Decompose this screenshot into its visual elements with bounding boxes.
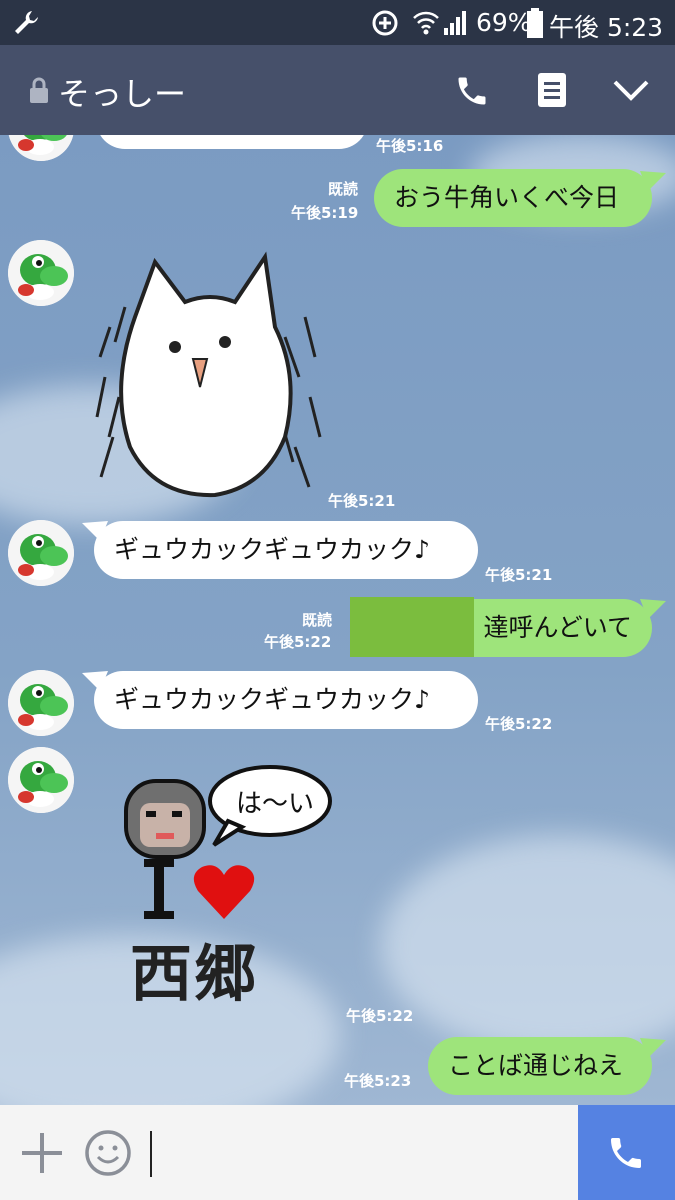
- message-time: 午後5:23: [344, 1072, 412, 1090]
- message-time: 午後5:22: [485, 715, 553, 733]
- avatar[interactable]: [8, 520, 74, 586]
- sticker-speech-text: は〜い: [236, 789, 315, 819]
- chat-area[interactable]: 午後5:16 既読 午後5:19 おう牛角いくべ今日 午後5:21 ギュウカック…: [0, 135, 675, 1105]
- chevron-down-icon[interactable]: [612, 79, 650, 103]
- yoshi-avatar-icon: [8, 135, 74, 161]
- call-button[interactable]: [578, 1105, 675, 1200]
- message-time: 午後5:19: [291, 204, 359, 222]
- avatar[interactable]: [8, 240, 74, 306]
- message-bubble-incoming[interactable]: ギュウカックギュウカック♪: [94, 671, 478, 729]
- battery-percent: 69%: [476, 8, 532, 37]
- clock: 午後 5:23: [549, 13, 664, 42]
- message-bubble-outgoing[interactable]: ことば通じねえ: [428, 1037, 652, 1095]
- bubble-tail: [640, 171, 666, 191]
- phone-icon[interactable]: [454, 73, 490, 109]
- message-time: 午後5:21: [328, 492, 396, 510]
- data-saver-icon: [372, 10, 398, 36]
- message-time: 午後5:22: [264, 633, 332, 651]
- read-receipt: 既読: [328, 180, 359, 198]
- message-bubble-outgoing[interactable]: おう牛角いくべ今日: [374, 169, 652, 227]
- message-time: 午後5:21: [485, 566, 553, 584]
- read-receipt: 既読: [302, 611, 333, 629]
- message-input[interactable]: [160, 1115, 565, 1190]
- chat-title: そっしー: [58, 75, 187, 113]
- message-bubble-incoming[interactable]: ギュウカックギュウカック♪: [94, 521, 478, 579]
- battery-icon: [527, 8, 543, 38]
- message-time: 午後5:16: [376, 137, 444, 155]
- status-bar: 69% 午後 5:23: [0, 0, 675, 45]
- phone-icon: [611, 1138, 641, 1168]
- gorilla-sticker[interactable]: は〜い 西郷: [110, 763, 340, 1010]
- redaction-block: [350, 597, 474, 657]
- avatar[interactable]: [8, 747, 74, 813]
- lock-icon: [30, 77, 48, 103]
- chat-header: そっしー: [0, 45, 675, 135]
- message-time: 午後5:22: [346, 1007, 414, 1025]
- bubble-tail: [640, 599, 666, 619]
- avatar[interactable]: [8, 135, 74, 161]
- yoshi-avatar-icon: [8, 670, 74, 736]
- sticker-caption: 西郷: [130, 937, 259, 1010]
- signal-icon: [444, 11, 466, 35]
- text-cursor: [150, 1131, 152, 1177]
- wifi-icon: [413, 11, 439, 35]
- notes-icon[interactable]: [538, 73, 566, 107]
- message-input-bar: [0, 1105, 675, 1200]
- bubble-tail: [640, 1038, 666, 1058]
- message-bubble-incoming[interactable]: [96, 135, 368, 149]
- wrench-icon: [15, 11, 38, 34]
- emoji-icon[interactable]: [84, 1129, 132, 1177]
- yoshi-avatar-icon: [8, 747, 74, 813]
- cat-sticker[interactable]: [95, 247, 325, 503]
- avatar[interactable]: [8, 670, 74, 736]
- yoshi-avatar-icon: [8, 240, 74, 306]
- yoshi-avatar-icon: [8, 520, 74, 586]
- plus-icon[interactable]: [20, 1131, 64, 1175]
